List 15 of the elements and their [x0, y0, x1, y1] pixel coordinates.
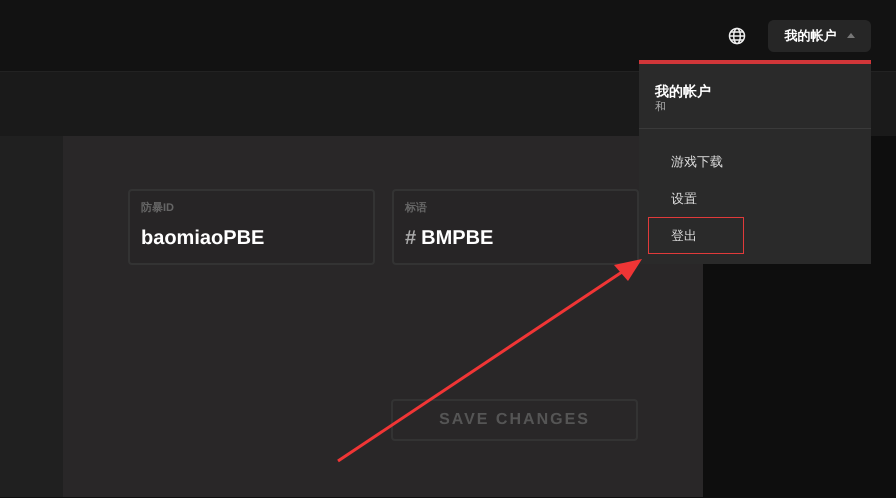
- field-label: 防暴ID: [141, 200, 175, 216]
- caret-icon: [846, 33, 854, 38]
- account-button[interactable]: 我的帐户: [768, 20, 871, 52]
- menu-item[interactable]: 游戏下载: [671, 152, 723, 172]
- text-field[interactable]: 防暴ID baomiaoPBE: [128, 189, 375, 265]
- menu-item[interactable]: 登出: [671, 226, 697, 246]
- globe-icon[interactable]: [728, 26, 746, 44]
- menu-subtitle: 和: [655, 100, 667, 114]
- menu-item[interactable]: 设置: [671, 188, 697, 208]
- menu-title: 我的帐户: [655, 82, 712, 100]
- field-value: baomiaoPBE: [141, 226, 264, 251]
- text-field[interactable]: 标语 # BMPBE: [392, 189, 639, 265]
- hash-prefix: #: [405, 226, 416, 251]
- field-value: BMPBE: [421, 226, 494, 251]
- field-label: 标语: [405, 200, 428, 216]
